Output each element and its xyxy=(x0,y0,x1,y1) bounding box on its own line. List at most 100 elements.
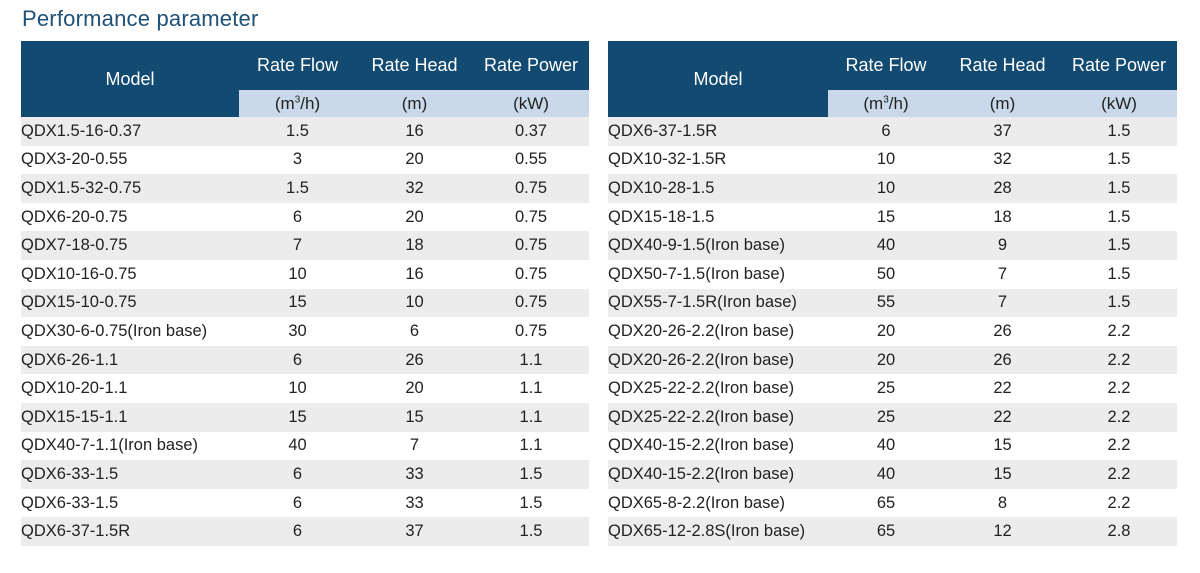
cell-model: QDX10-16-0.75 xyxy=(21,259,239,289)
cell-model: QDX65-12-2.8S(Iron base) xyxy=(608,517,828,546)
table-row: QDX10-32-1.5R 10 32 1.5 xyxy=(608,145,1177,175)
unit-head: (m) xyxy=(356,90,473,117)
cell-rate-flow: 15 xyxy=(239,288,356,318)
table-row: QDX25-22-2.2(Iron base) 25 22 2.2 xyxy=(608,402,1177,432)
cell-model: QDX7-18-0.75 xyxy=(21,231,239,260)
table-row: QDX6-20-0.75 6 20 0.75 xyxy=(21,202,589,232)
cell-rate-power: 0.75 xyxy=(473,202,589,232)
table-row: QDX6-33-1.5 6 33 1.5 xyxy=(21,460,589,489)
cell-rate-power: 0.75 xyxy=(473,317,589,346)
table-row: QDX15-10-0.75 15 10 0.75 xyxy=(21,288,589,318)
header-rate-flow: Rate Flow xyxy=(828,41,944,90)
cell-rate-power: 1.5 xyxy=(1061,202,1177,232)
table-row: QDX3-20-0.55 3 20 0.55 xyxy=(21,145,589,175)
cell-model: QDX50-7-1.5(Iron base) xyxy=(608,259,828,289)
cell-rate-head: 9 xyxy=(944,231,1061,260)
cell-rate-head: 33 xyxy=(356,460,473,489)
table-row: QDX6-37-1.5R 6 37 1.5 xyxy=(608,117,1177,146)
table-row: QDX10-16-0.75 10 16 0.75 xyxy=(21,259,589,289)
header-rate-power: Rate Power xyxy=(1061,41,1177,90)
cell-rate-flow: 20 xyxy=(828,317,944,346)
cell-rate-flow: 40 xyxy=(828,231,944,260)
cell-rate-head: 26 xyxy=(356,345,473,375)
cell-model: QDX15-18-1.5 xyxy=(608,202,828,232)
table-row: QDX6-26-1.1 6 26 1.1 xyxy=(21,345,589,375)
unit-head: (m) xyxy=(944,90,1061,117)
table-row: QDX6-37-1.5R 6 37 1.5 xyxy=(21,517,589,546)
cell-rate-power: 2.2 xyxy=(1061,317,1177,346)
table-row: QDX1.5-16-0.37 1.5 16 0.37 xyxy=(21,117,589,146)
cell-rate-power: 2.8 xyxy=(1061,517,1177,546)
cell-model: QDX25-22-2.2(Iron base) xyxy=(608,374,828,403)
table-row: QDX40-7-1.1(Iron base) 40 7 1.1 xyxy=(21,431,589,461)
cell-rate-head: 20 xyxy=(356,374,473,403)
cell-rate-power: 0.37 xyxy=(473,117,589,146)
cell-rate-head: 33 xyxy=(356,488,473,518)
cell-rate-power: 1.5 xyxy=(1061,174,1177,203)
cell-rate-power: 0.55 xyxy=(473,145,589,175)
cell-model: QDX40-15-2.2(Iron base) xyxy=(608,431,828,461)
cell-rate-flow: 55 xyxy=(828,288,944,318)
cell-rate-flow: 20 xyxy=(828,345,944,375)
cell-model: QDX55-7-1.5R(Iron base) xyxy=(608,288,828,318)
cell-rate-flow: 10 xyxy=(239,259,356,289)
cell-rate-power: 2.2 xyxy=(1061,374,1177,403)
cell-model: QDX3-20-0.55 xyxy=(21,145,239,175)
cell-rate-head: 10 xyxy=(356,288,473,318)
cell-rate-flow: 1.5 xyxy=(239,117,356,146)
cell-rate-head: 7 xyxy=(944,288,1061,318)
cell-rate-flow: 6 xyxy=(239,202,356,232)
cell-rate-power: 1.5 xyxy=(1061,231,1177,260)
cell-model: QDX20-26-2.2(Iron base) xyxy=(608,345,828,375)
cell-model: QDX40-15-2.2(Iron base) xyxy=(608,460,828,489)
cell-rate-head: 12 xyxy=(944,517,1061,546)
cell-rate-head: 32 xyxy=(944,145,1061,175)
cell-model: QDX20-26-2.2(Iron base) xyxy=(608,317,828,346)
cell-rate-flow: 7 xyxy=(239,231,356,260)
cell-rate-power: 1.5 xyxy=(1061,145,1177,175)
cell-rate-head: 26 xyxy=(944,345,1061,375)
cell-rate-head: 28 xyxy=(944,174,1061,203)
header-rate-head: Rate Head xyxy=(944,41,1061,90)
cell-model: QDX10-28-1.5 xyxy=(608,174,828,203)
table-row: QDX10-20-1.1 10 20 1.1 xyxy=(21,374,589,403)
cell-rate-head: 26 xyxy=(944,317,1061,346)
table-row: QDX25-22-2.2(Iron base) 25 22 2.2 xyxy=(608,374,1177,403)
cell-model: QDX40-7-1.1(Iron base) xyxy=(21,431,239,461)
table-row: QDX55-7-1.5R(Iron base) 55 7 1.5 xyxy=(608,288,1177,318)
cell-rate-head: 8 xyxy=(944,488,1061,518)
unit-flow: (m3/h) xyxy=(828,90,944,117)
cell-rate-flow: 40 xyxy=(239,431,356,461)
cell-rate-power: 2.2 xyxy=(1061,488,1177,518)
cell-rate-flow: 10 xyxy=(828,174,944,203)
cell-rate-flow: 65 xyxy=(828,517,944,546)
cell-rate-flow: 25 xyxy=(828,374,944,403)
cell-rate-flow: 6 xyxy=(239,517,356,546)
table-row: QDX50-7-1.5(Iron base) 50 7 1.5 xyxy=(608,259,1177,289)
cell-rate-power: 1.1 xyxy=(473,345,589,375)
cell-rate-head: 32 xyxy=(356,174,473,203)
cell-rate-power: 1.5 xyxy=(1061,259,1177,289)
header-rate-head: Rate Head xyxy=(356,41,473,90)
table-row: QDX65-8-2.2(Iron base) 65 8 2.2 xyxy=(608,488,1177,518)
cell-rate-flow: 50 xyxy=(828,259,944,289)
cell-rate-flow: 10 xyxy=(239,374,356,403)
cell-model: QDX6-37-1.5R xyxy=(21,517,239,546)
cell-rate-power: 2.2 xyxy=(1061,345,1177,375)
cell-rate-head: 37 xyxy=(944,117,1061,146)
table-row: QDX1.5-32-0.75 1.5 32 0.75 xyxy=(21,174,589,203)
cell-rate-power: 2.2 xyxy=(1061,431,1177,461)
cell-rate-flow: 40 xyxy=(828,431,944,461)
cell-rate-power: 0.75 xyxy=(473,288,589,318)
cell-rate-power: 1.1 xyxy=(473,431,589,461)
cell-model: QDX6-20-0.75 xyxy=(21,202,239,232)
cell-rate-head: 22 xyxy=(944,374,1061,403)
cell-rate-power: 1.1 xyxy=(473,402,589,432)
cell-rate-flow: 15 xyxy=(828,202,944,232)
cell-rate-head: 37 xyxy=(356,517,473,546)
cell-rate-head: 7 xyxy=(356,431,473,461)
cell-model: QDX10-32-1.5R xyxy=(608,145,828,175)
cell-model: QDX25-22-2.2(Iron base) xyxy=(608,402,828,432)
cell-rate-power: 1.5 xyxy=(1061,288,1177,318)
cell-model: QDX1.5-16-0.37 xyxy=(21,117,239,146)
